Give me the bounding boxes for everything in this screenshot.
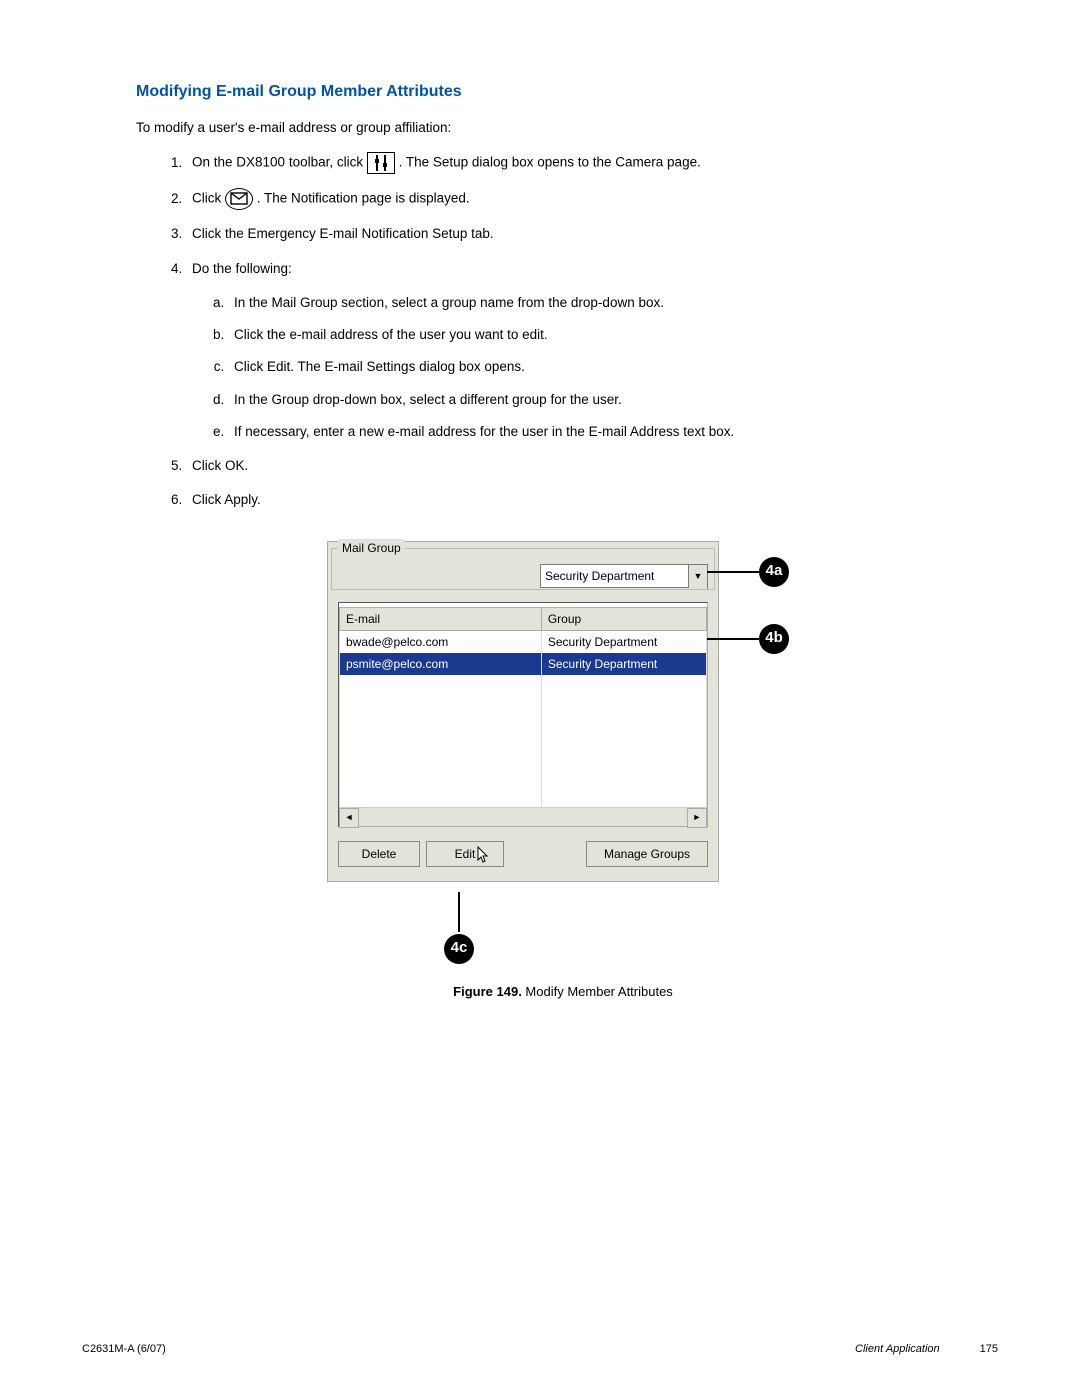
step-1-text-a: On the DX8100 toolbar, click xyxy=(192,155,367,170)
delete-button[interactable]: Delete xyxy=(338,841,420,867)
col-group[interactable]: Group xyxy=(541,607,706,630)
horizontal-scrollbar[interactable]: ◄ ► xyxy=(339,807,707,826)
steps-list: On the DX8100 toolbar, click . The Setup… xyxy=(136,152,990,510)
table-row[interactable]: bwade@pelco.com Security Department xyxy=(340,630,707,653)
table-row[interactable] xyxy=(340,785,707,807)
cell-group: Security Department xyxy=(541,653,706,675)
step-1: On the DX8100 toolbar, click . The Setup… xyxy=(186,152,990,174)
section-heading: Modifying E-mail Group Member Attributes xyxy=(136,80,990,104)
figure-label: Figure 149. xyxy=(453,984,522,999)
page-footer: C2631M-A (6/07) Client Application 175 xyxy=(82,1341,998,1358)
callout-4b: 4b xyxy=(759,624,789,654)
step-4-text: Do the following: xyxy=(192,261,292,276)
chevron-down-icon[interactable]: ▼ xyxy=(689,564,708,590)
setup-icon xyxy=(367,152,395,174)
table-row[interactable] xyxy=(340,741,707,763)
step-5: Click OK. xyxy=(186,456,990,476)
table-row[interactable] xyxy=(340,719,707,741)
step-1-text-b: . The Setup dialog box opens to the Came… xyxy=(399,155,701,170)
envelope-icon xyxy=(225,188,253,210)
cell-email: psmite@pelco.com xyxy=(340,653,542,675)
mail-group-panel: Mail Group Security Department ▼ E-mail … xyxy=(327,541,719,882)
callout-4c: 4c xyxy=(444,934,474,964)
edit-button-label: Edit xyxy=(455,847,476,861)
callout-line-4c xyxy=(458,892,460,932)
substep-e: If necessary, enter a new e-mail address… xyxy=(228,422,990,442)
figure-text: Modify Member Attributes xyxy=(522,984,673,999)
cursor-icon xyxy=(477,846,491,869)
table-row[interactable] xyxy=(340,675,707,697)
substep-b: Click the e-mail address of the user you… xyxy=(228,325,990,345)
col-email[interactable]: E-mail xyxy=(340,607,542,630)
step-6: Click Apply. xyxy=(186,490,990,510)
figure-caption: Figure 149. Modify Member Attributes xyxy=(453,982,673,1002)
mail-group-table: E-mail Group bwade@pelco.com Security De… xyxy=(339,607,707,807)
footer-app: Client Application xyxy=(855,1341,940,1358)
callout-4c-wrap: 4c xyxy=(444,892,474,964)
intro-text: To modify a user's e-mail address or gro… xyxy=(136,118,990,138)
manage-groups-button[interactable]: Manage Groups xyxy=(586,841,708,867)
table-row[interactable] xyxy=(340,763,707,785)
group-dropdown[interactable]: Security Department ▼ xyxy=(540,564,708,590)
footer-page-number: 175 xyxy=(980,1341,998,1358)
mail-group-legend: Mail Group xyxy=(338,539,405,557)
table-row[interactable]: psmite@pelco.com Security Department xyxy=(340,653,707,675)
mail-group-table-wrap: E-mail Group bwade@pelco.com Security De… xyxy=(338,602,708,827)
scroll-left-icon[interactable]: ◄ xyxy=(339,808,359,828)
substep-c: Click Edit. The E-mail Settings dialog b… xyxy=(228,357,990,377)
callout-4a: 4a xyxy=(759,557,789,587)
callout-line-4b xyxy=(707,638,759,640)
callout-line-4a xyxy=(707,571,759,573)
cell-group: Security Department xyxy=(541,630,706,653)
step-2-text-b: . The Notification page is displayed. xyxy=(257,191,470,206)
table-row[interactable] xyxy=(340,697,707,719)
scroll-right-icon[interactable]: ► xyxy=(687,808,707,828)
step-4: Do the following: In the Mail Group sect… xyxy=(186,259,990,443)
cell-email: bwade@pelco.com xyxy=(340,630,542,653)
substep-a: In the Mail Group section, select a grou… xyxy=(228,293,990,313)
substep-d: In the Group drop-down box, select a dif… xyxy=(228,390,990,410)
substeps-list: In the Mail Group section, select a grou… xyxy=(192,293,990,442)
step-3: Click the Emergency E-mail Notification … xyxy=(186,224,990,244)
step-2: Click . The Notification page is display… xyxy=(186,188,990,210)
step-2-text-a: Click xyxy=(192,191,225,206)
group-dropdown-value: Security Department xyxy=(540,564,689,588)
figure-149: Mail Group Security Department ▼ E-mail … xyxy=(136,541,990,1002)
edit-button[interactable]: Edit xyxy=(426,841,504,867)
footer-doc-id: C2631M-A (6/07) xyxy=(82,1341,166,1358)
panel-buttons: Delete Edit Manage Groups xyxy=(338,841,708,867)
